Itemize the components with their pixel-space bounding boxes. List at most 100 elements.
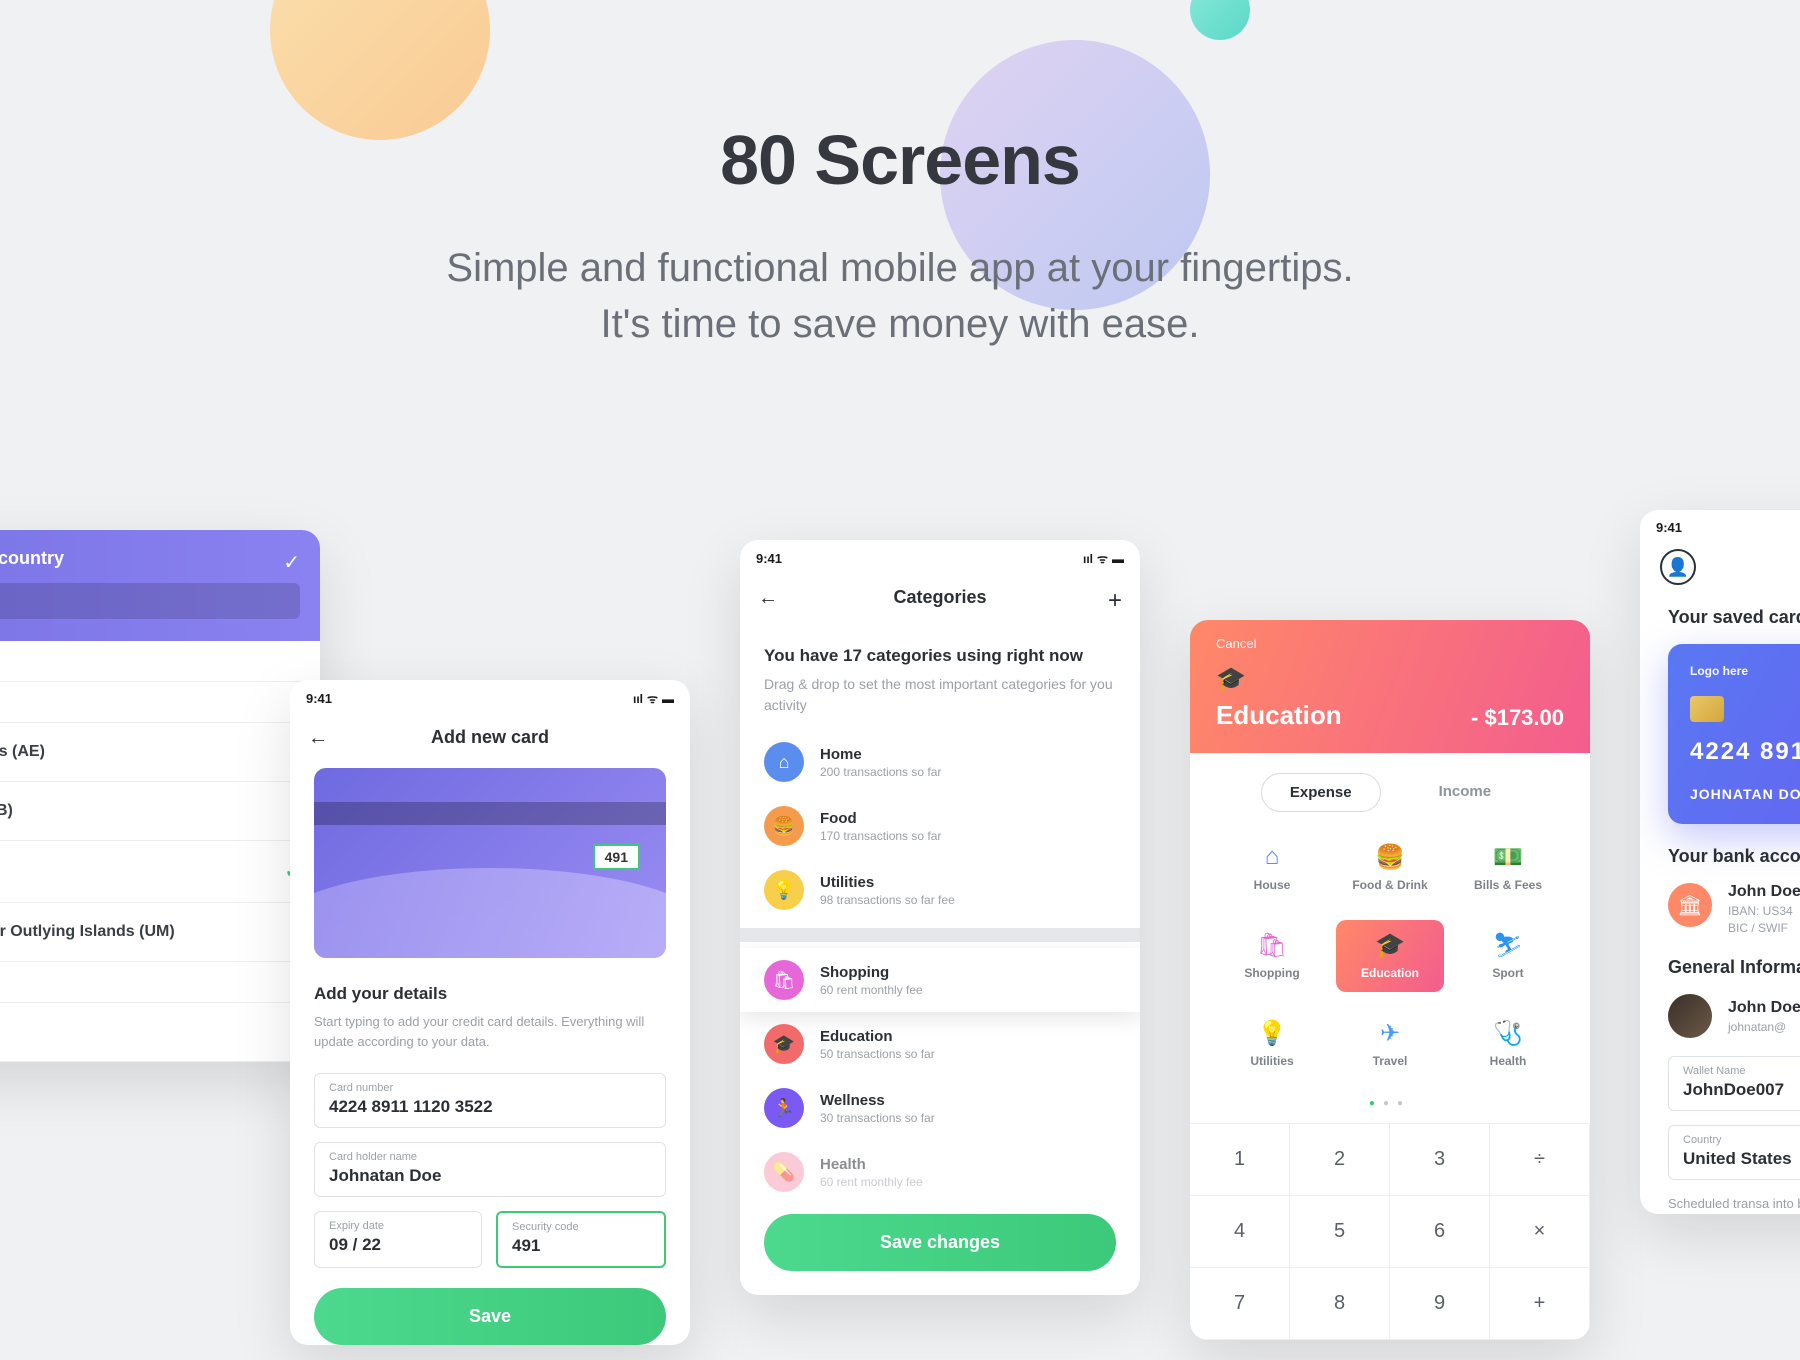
- keypad-key[interactable]: 9: [1390, 1268, 1490, 1340]
- screen-expense-entry: Cancel 🎓 Education - $173.00 Expense Inc…: [1190, 620, 1590, 1340]
- confirm-icon[interactable]: ✓: [283, 550, 300, 575]
- back-icon[interactable]: ←: [758, 587, 778, 610]
- category-icon: 🏃: [764, 1088, 804, 1128]
- category-icon: 🍔: [764, 806, 804, 846]
- section-description: Start typing to add your credit card det…: [314, 1012, 666, 1051]
- category-item[interactable]: 🍔Food170 transactions so far: [740, 794, 1140, 858]
- keypad: 123÷ 456× 789+: [1190, 1123, 1590, 1340]
- category-item[interactable]: ⌂Home200 transactions so far: [740, 730, 1140, 794]
- section-title: Your saved cards: [1668, 607, 1800, 628]
- country-item[interactable]: [0, 641, 320, 682]
- category-icon: 💊: [764, 1152, 804, 1192]
- save-changes-button[interactable]: Save changes: [764, 1214, 1116, 1271]
- education-icon: 🎓: [1216, 665, 1342, 694]
- category-button[interactable]: ⌂House: [1218, 832, 1326, 904]
- profile-icon[interactable]: 👤: [1660, 549, 1696, 585]
- cvv-badge: 491: [593, 844, 640, 870]
- scheduled-note: Scheduled transa into budgets and: [1668, 1194, 1800, 1214]
- signal-icon: ııl: [633, 692, 643, 706]
- categories-count: You have 17 categories using right now: [764, 646, 1116, 666]
- category-icon: 🛍: [764, 960, 804, 1000]
- category-icon: 💡: [1218, 1018, 1326, 1048]
- keypad-key[interactable]: 6: [1390, 1196, 1490, 1268]
- category-item[interactable]: 🎓Education50 transactions so far: [740, 1012, 1140, 1076]
- category-icon: ⛷: [1454, 930, 1562, 960]
- country-item[interactable]: Emirates (AE): [0, 723, 320, 782]
- card-preview: 491: [314, 768, 666, 958]
- keypad-key[interactable]: 7: [1190, 1268, 1290, 1340]
- category-button[interactable]: 💵Bills & Fees: [1454, 832, 1562, 904]
- saved-card[interactable]: Logo here 4224 891 JOHNATAN DO: [1668, 644, 1800, 824]
- bank-icon: 🏛: [1668, 883, 1712, 927]
- user-info: John Doe johnatan@: [1668, 994, 1800, 1038]
- category-icon: 🩺: [1454, 1018, 1562, 1048]
- category-icon: ⌂: [764, 742, 804, 782]
- keypad-key[interactable]: 5: [1290, 1196, 1390, 1268]
- keypad-key[interactable]: +: [1490, 1268, 1590, 1340]
- country-item[interactable]: [0, 962, 320, 1003]
- category-button[interactable]: 💡Utilities: [1218, 1008, 1326, 1080]
- save-button[interactable]: Save: [314, 1288, 666, 1345]
- tab-expense[interactable]: Expense: [1261, 773, 1381, 812]
- battery-icon: ▬: [662, 692, 674, 706]
- keypad-key[interactable]: 4: [1190, 1196, 1290, 1268]
- category-icon: 🎓: [1336, 930, 1444, 960]
- category-button[interactable]: ✈Travel: [1336, 1008, 1444, 1080]
- keypad-key[interactable]: 2: [1290, 1124, 1390, 1196]
- wifi-icon: ᯤ: [647, 690, 658, 707]
- keypad-key[interactable]: 8: [1290, 1268, 1390, 1340]
- category-name: Education: [1216, 700, 1342, 731]
- category-icon: ⌂: [1218, 842, 1326, 872]
- hint-text: Drag & drop to set the most important ca…: [764, 674, 1116, 716]
- cvv-field[interactable]: Security code 491: [496, 1211, 666, 1268]
- country-item[interactable]: es✓: [0, 841, 320, 903]
- wallet-name-field[interactable]: Wallet Name JohnDoe007: [1668, 1056, 1800, 1111]
- hero-subtitle: Simple and functional mobile app at your…: [0, 240, 1800, 352]
- card-holder-field[interactable]: Card holder name Johnatan Doe: [314, 1142, 666, 1197]
- keypad-key[interactable]: 1: [1190, 1124, 1290, 1196]
- hero-title: 80 Screens: [0, 120, 1800, 200]
- avatar: [1668, 994, 1712, 1038]
- keypad-key[interactable]: ×: [1490, 1196, 1590, 1268]
- category-button[interactable]: ⛷Sport: [1454, 920, 1562, 992]
- card-number-field[interactable]: Card number 4224 8911 1120 3522: [314, 1073, 666, 1128]
- add-icon[interactable]: +: [1108, 587, 1122, 615]
- category-item[interactable]: 🏃Wellness30 transactions so far: [740, 1076, 1140, 1140]
- screen-title: Add new card: [431, 727, 549, 747]
- screen-select-country: Select country ✓ Emirates (AE)dom (GB)es…: [0, 530, 320, 1062]
- country-field[interactable]: Country United States: [1668, 1125, 1800, 1180]
- tab-income[interactable]: Income: [1411, 773, 1520, 812]
- section-heading: Add your details: [314, 984, 666, 1004]
- country-item[interactable]: es Minor Outlying Islands (UM): [0, 903, 320, 962]
- bank-account-row[interactable]: 🏛 John Doe IBAN: US34 BIC / SWIF: [1668, 883, 1800, 935]
- country-item[interactable]: (UZ): [0, 1003, 320, 1062]
- category-button[interactable]: 🎓Education: [1336, 920, 1444, 992]
- category-icon: 💵: [1454, 842, 1562, 872]
- search-input[interactable]: [0, 583, 300, 619]
- screen-title: Categories: [893, 587, 986, 607]
- country-item[interactable]: dom (GB): [0, 782, 320, 841]
- section-title: Your bank accou: [1668, 846, 1800, 867]
- keypad-key[interactable]: 3: [1390, 1124, 1490, 1196]
- screen-title: Select country: [0, 548, 300, 569]
- category-button[interactable]: 🩺Health: [1454, 1008, 1562, 1080]
- battery-icon: ▬: [1112, 552, 1124, 566]
- cancel-button[interactable]: Cancel: [1216, 636, 1564, 651]
- category-grid: ⌂House🍔Food & Drink💵Bills & Fees 🛍Shoppin…: [1190, 818, 1590, 1088]
- category-button[interactable]: 🍔Food & Drink: [1336, 832, 1444, 904]
- category-item[interactable]: 💊Health60 rent monthly fee: [740, 1140, 1140, 1204]
- amount-display: - $173.00: [1471, 705, 1564, 731]
- screen-add-card: 9:41 ıılᯤ▬ ← Add new card 491 Add your d…: [290, 680, 690, 1345]
- decor-circle: [270, 0, 490, 140]
- category-item[interactable]: 💡Utilities98 transactions so far fee: [740, 858, 1140, 922]
- country-item[interactable]: [0, 682, 320, 723]
- expiry-field[interactable]: Expiry date 09 / 22: [314, 1211, 482, 1268]
- category-button[interactable]: 🛍Shopping: [1218, 920, 1326, 992]
- status-bar: 9:41: [1640, 510, 1800, 545]
- screen-categories: 9:41 ıılᯤ▬ ← Categories + You have 17 ca…: [740, 540, 1140, 1295]
- back-icon[interactable]: ←: [308, 727, 328, 750]
- category-icon: 🍔: [1336, 842, 1444, 872]
- category-item[interactable]: 🛍Shopping60 rent monthly fee: [740, 948, 1140, 1012]
- category-list: ⌂Home200 transactions so far🍔Food170 tra…: [740, 730, 1140, 1204]
- keypad-key[interactable]: ÷: [1490, 1124, 1590, 1196]
